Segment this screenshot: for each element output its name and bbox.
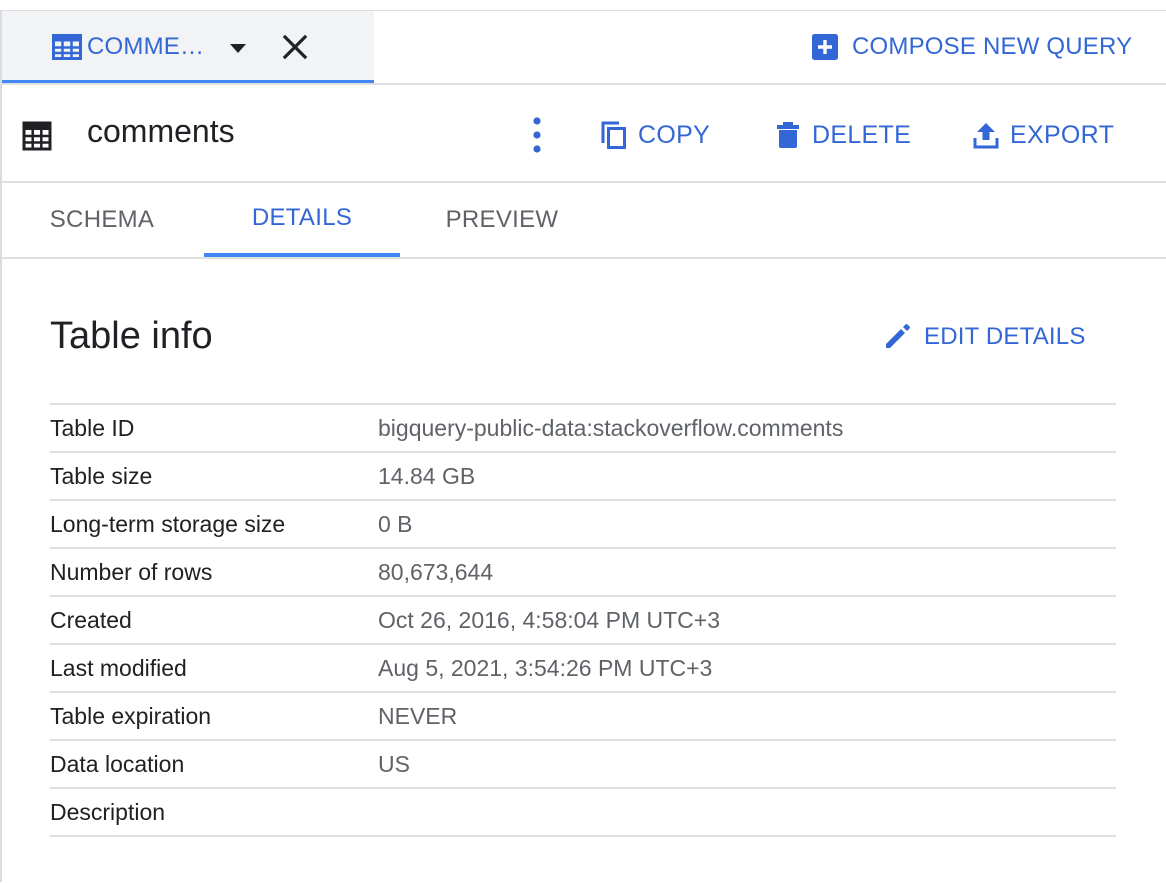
table-icon bbox=[52, 34, 82, 60]
resource-title: comments bbox=[87, 113, 235, 149]
info-label-last-modified: Last modified bbox=[50, 644, 378, 693]
table-row: Table expiration NEVER bbox=[50, 692, 1116, 741]
export-label: EXPORT bbox=[1010, 120, 1115, 149]
delete-button[interactable]: DELETE bbox=[774, 115, 911, 155]
table-info-list: Table ID bigquery-public-data:stackoverf… bbox=[50, 403, 1116, 837]
edit-details-label: EDIT DETAILS bbox=[924, 323, 1086, 350]
resource-header: comments COPY DELETE EXPORT bbox=[2, 85, 1166, 183]
table-details-panel: COMME… COMPOSE NEW QUERY comments COPY D… bbox=[0, 10, 1166, 882]
query-tab[interactable]: COMME… bbox=[2, 11, 374, 83]
export-icon bbox=[973, 123, 999, 149]
edit-details-button[interactable]: EDIT DETAILS bbox=[882, 317, 1086, 357]
table-row: Description bbox=[50, 788, 1116, 837]
info-label-data-location: Data location bbox=[50, 740, 378, 789]
compose-new-query-button[interactable]: COMPOSE NEW QUERY bbox=[810, 27, 1132, 67]
info-label-long-term-storage: Long-term storage size bbox=[50, 500, 378, 549]
table-row: Table size 14.84 GB bbox=[50, 452, 1116, 501]
tab-schema[interactable]: SCHEMA bbox=[4, 183, 200, 257]
info-label-table-size: Table size bbox=[50, 452, 378, 501]
info-value-description bbox=[378, 788, 1116, 837]
compose-new-query-label: COMPOSE NEW QUERY bbox=[852, 33, 1133, 60]
delete-icon bbox=[777, 122, 799, 148]
tab-details[interactable]: DETAILS bbox=[204, 183, 400, 257]
info-value-table-size: 14.84 GB bbox=[378, 452, 1116, 501]
query-tab-label: COMME… bbox=[87, 33, 205, 60]
close-icon[interactable] bbox=[282, 34, 308, 60]
info-label-description: Description bbox=[50, 788, 378, 837]
more-vert-icon[interactable] bbox=[524, 115, 550, 155]
copy-button[interactable]: COPY bbox=[600, 115, 710, 155]
info-value-data-location: US bbox=[378, 740, 1116, 789]
info-value-last-modified: Aug 5, 2021, 3:54:26 PM UTC+3 bbox=[378, 644, 1116, 693]
delete-label: DELETE bbox=[812, 120, 912, 149]
table-icon bbox=[22, 121, 52, 151]
info-value-table-id: bigquery-public-data:stackoverflow.comme… bbox=[378, 403, 1116, 453]
query-tab-bar: COMME… COMPOSE NEW QUERY bbox=[2, 11, 1166, 85]
edit-icon bbox=[886, 324, 910, 348]
info-label-table-id: Table ID bbox=[50, 403, 378, 453]
table-row: Created Oct 26, 2016, 4:58:04 PM UTC+3 bbox=[50, 596, 1116, 645]
table-row: Table ID bigquery-public-data:stackoverf… bbox=[50, 403, 1116, 453]
info-value-table-expiration: NEVER bbox=[378, 692, 1116, 741]
info-value-long-term-storage: 0 B bbox=[378, 500, 1116, 549]
copy-label: COPY bbox=[638, 120, 711, 149]
info-label-number-of-rows: Number of rows bbox=[50, 548, 378, 597]
table-row: Data location US bbox=[50, 740, 1116, 789]
tab-preview[interactable]: PREVIEW bbox=[404, 183, 600, 257]
details-content: Table info EDIT DETAILS Table ID bigquer… bbox=[2, 259, 1166, 883]
table-row: Number of rows 80,673,644 bbox=[50, 548, 1116, 597]
table-row: Long-term storage size 0 B bbox=[50, 500, 1116, 549]
detail-tabs: SCHEMA DETAILS PREVIEW bbox=[2, 183, 1166, 259]
info-label-table-expiration: Table expiration bbox=[50, 692, 378, 741]
info-value-number-of-rows: 80,673,644 bbox=[378, 548, 1116, 597]
info-label-created: Created bbox=[50, 596, 378, 645]
copy-icon bbox=[601, 121, 626, 149]
arrow-drop-down-icon[interactable] bbox=[228, 41, 248, 55]
table-row: Last modified Aug 5, 2021, 3:54:26 PM UT… bbox=[50, 644, 1116, 693]
info-value-created: Oct 26, 2016, 4:58:04 PM UTC+3 bbox=[378, 596, 1116, 645]
section-title: Table info bbox=[50, 315, 213, 357]
add-box-icon bbox=[812, 34, 838, 60]
export-button[interactable]: EXPORT bbox=[972, 115, 1114, 155]
